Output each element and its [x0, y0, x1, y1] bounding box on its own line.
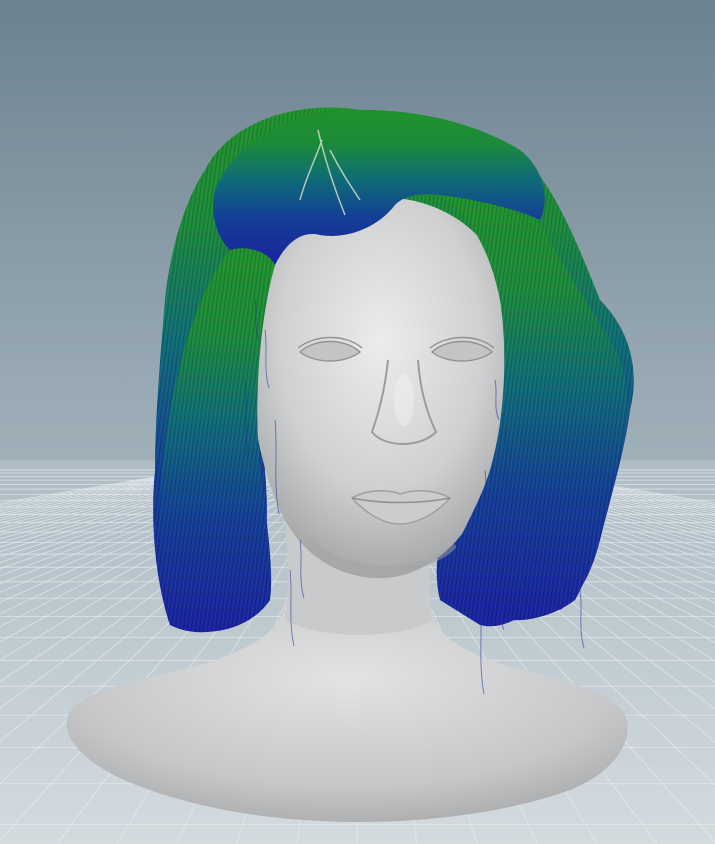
nose-highlight [394, 374, 414, 426]
scene-render [0, 0, 715, 844]
3d-viewport[interactable] [0, 0, 715, 844]
